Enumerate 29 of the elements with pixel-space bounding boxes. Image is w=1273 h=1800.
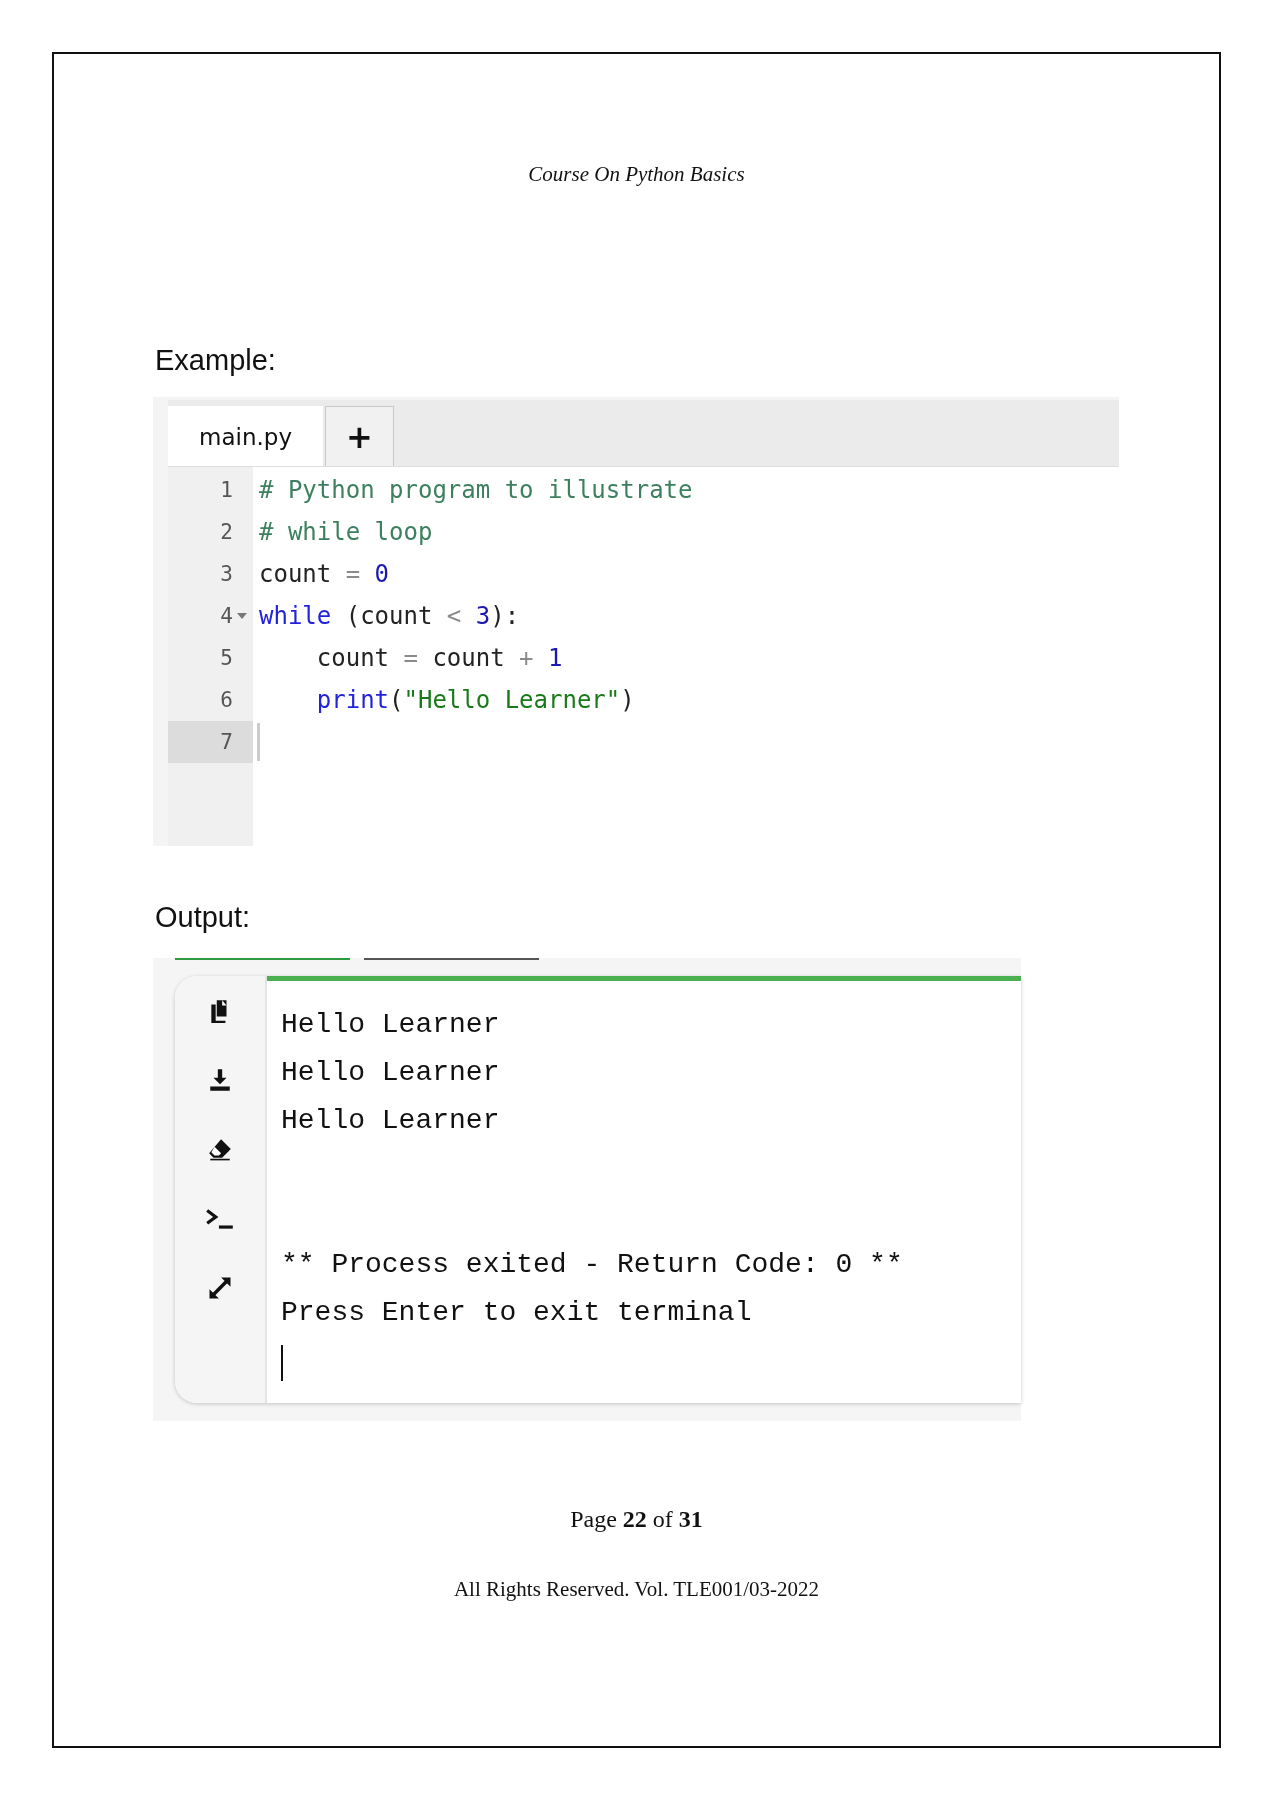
- code-line: count = 0: [259, 560, 390, 588]
- text-cursor: [281, 1345, 283, 1381]
- caret-icon[interactable]: [237, 613, 247, 619]
- code-line: while (count < 3):: [259, 602, 520, 630]
- text-cursor: [257, 723, 260, 761]
- page-header: Course On Python Basics: [528, 162, 745, 187]
- line-number: 1: [220, 478, 233, 502]
- copyright-notice: All Rights Reserved. Vol. TLE001/03-2022: [453, 1577, 820, 1602]
- line-number: 6: [220, 688, 233, 712]
- output-line: Hello Learner: [281, 1008, 501, 1042]
- add-tab-button[interactable]: +: [325, 406, 394, 466]
- line-number: 3: [220, 562, 233, 586]
- output-line: Press Enter to exit terminal: [281, 1296, 753, 1330]
- output-line: Hello Learner: [281, 1104, 501, 1138]
- code-line: count = count + 1: [315, 644, 563, 672]
- line-number: 7: [220, 730, 233, 754]
- line-number: 4: [220, 604, 233, 628]
- download-icon[interactable]: [207, 1067, 233, 1093]
- code-line: # while loop: [259, 518, 433, 546]
- section-heading: Output:: [155, 901, 251, 934]
- line-number: 5: [220, 646, 233, 670]
- code-line: # Python program to illustrate: [259, 476, 693, 504]
- line-number: 2: [220, 520, 233, 544]
- file-tab[interactable]: main.py: [168, 406, 323, 466]
- page-number: Page 22 of 31: [570, 1506, 703, 1533]
- code-line: print("Hello Learner"): [315, 686, 635, 714]
- section-heading: Example:: [155, 344, 276, 377]
- output-line: Hello Learner: [281, 1056, 501, 1090]
- output-line: ** Process exited - Return Code: 0 **: [281, 1248, 904, 1282]
